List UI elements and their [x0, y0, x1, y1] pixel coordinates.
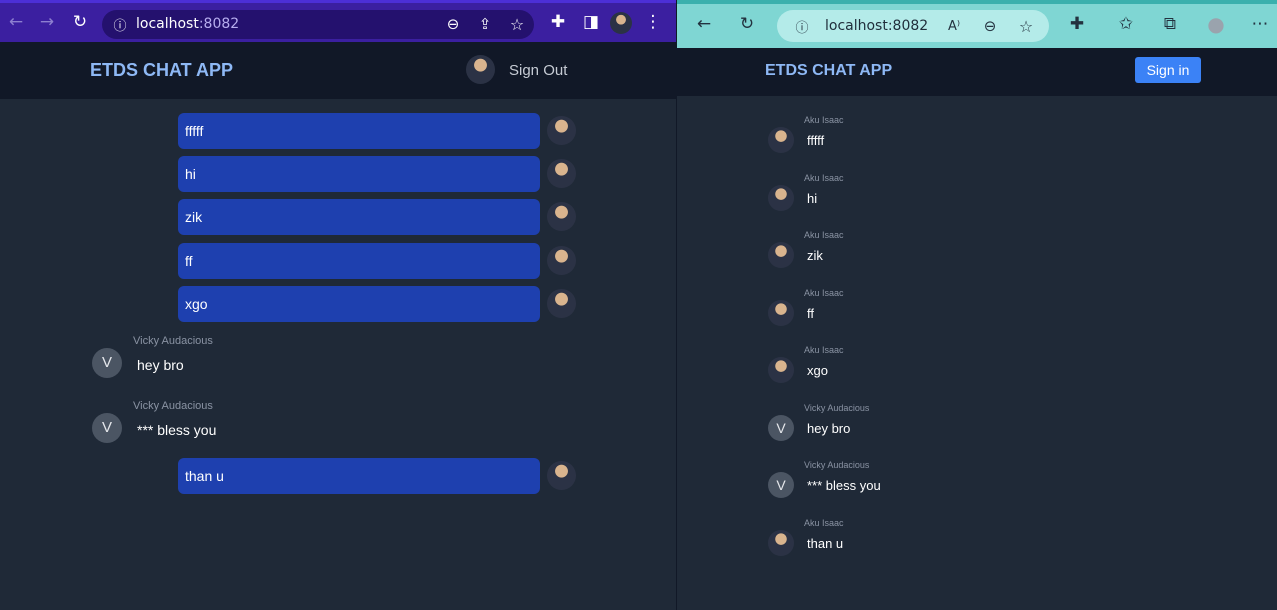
- more-horiz-icon[interactable]: ⋯: [1247, 11, 1273, 37]
- address-bar[interactable]: ⓘ localhost:8082 ⊖ ⇪ ☆: [102, 10, 534, 39]
- message-bubble: fffff: [178, 113, 540, 149]
- sent-message: xgo: [178, 286, 578, 322]
- side-panel-icon[interactable]: ◨: [578, 9, 604, 35]
- sender-initial-avatar: V: [92, 413, 122, 443]
- info-icon[interactable]: ⓘ: [107, 11, 133, 37]
- sender-initial-avatar: V: [768, 415, 794, 441]
- sender-avatar: [768, 300, 794, 326]
- edge-toolbar: ← ↻ ⓘ localhost:8082 A⁾ ⊖ ☆ ✚ ✩ ⧉ ● ⋯: [677, 0, 1277, 48]
- profile-icon[interactable]: ●: [1203, 11, 1229, 37]
- sender-name: Aku Isaac: [804, 173, 844, 183]
- sender-avatar: [547, 246, 576, 275]
- star-icon[interactable]: ☆: [504, 11, 530, 37]
- profile-avatar[interactable]: [610, 12, 632, 34]
- message-text: hey bro: [137, 357, 184, 373]
- chat-message: Aku Isaac fffff: [768, 115, 1068, 165]
- reload-icon[interactable]: ↻: [734, 11, 760, 37]
- sender-name: Aku Isaac: [804, 345, 844, 355]
- message-bubble: hi: [178, 156, 540, 192]
- message-text: hi: [807, 191, 818, 206]
- share-icon[interactable]: ⇪: [472, 11, 498, 37]
- message-text: zik: [807, 248, 823, 263]
- sign-out-button[interactable]: Sign Out: [509, 62, 567, 79]
- sender-avatar: [547, 289, 576, 318]
- sender-avatar: [547, 202, 576, 231]
- sender-avatar: [768, 530, 794, 556]
- sender-name: Vicky Audacious: [133, 335, 213, 347]
- add-favorite-icon[interactable]: ☆: [1013, 13, 1039, 39]
- more-vert-icon[interactable]: ⋮: [640, 9, 666, 35]
- sender-initial-avatar: V: [92, 348, 122, 378]
- edge-window: ← ↻ ⓘ localhost:8082 A⁾ ⊖ ☆ ✚ ✩ ⧉ ● ⋯ ET…: [676, 0, 1277, 610]
- reload-icon[interactable]: ↻: [67, 9, 93, 35]
- message-text: *** bless you: [807, 478, 881, 493]
- chat-message: Aku Isaac zik: [768, 230, 1068, 280]
- app-title: ETDS CHAT APP: [90, 60, 234, 80]
- sender-avatar: [768, 242, 794, 268]
- chat-message: Aku Isaac xgo: [768, 345, 1068, 395]
- sent-message: than u: [178, 458, 578, 494]
- sent-message: hi: [178, 156, 578, 192]
- message-bubble: than u: [178, 458, 540, 494]
- received-message: Vicky Audacious V *** bless you: [92, 400, 492, 456]
- sender-name: Vicky Audacious: [804, 403, 870, 413]
- message-text: *** bless you: [137, 422, 217, 438]
- sent-message: fffff: [178, 113, 578, 149]
- sender-avatar: [768, 185, 794, 211]
- back-arrow-icon[interactable]: ←: [3, 9, 29, 35]
- sender-avatar: [547, 159, 576, 188]
- url-text: localhost:8082: [825, 18, 929, 34]
- sender-name: Aku Isaac: [804, 115, 844, 125]
- message-text: hey bro: [807, 421, 851, 436]
- sender-avatar: [547, 116, 576, 145]
- message-bubble: xgo: [178, 286, 540, 322]
- url-host: localhost: [136, 16, 199, 32]
- extensions-icon[interactable]: ✚: [545, 9, 571, 35]
- message-text: than u: [807, 536, 844, 551]
- chat-message: Vicky Audacious V *** bless you: [768, 460, 1068, 510]
- message-bubble: ff: [178, 243, 540, 279]
- message-text: xgo: [807, 363, 828, 378]
- chrome-window: ← → ↻ ⓘ localhost:8082 ⊖ ⇪ ☆ ✚ ◨ ⋮ ETDS …: [0, 0, 676, 610]
- sender-initial-avatar: V: [768, 472, 794, 498]
- chat-message: Aku Isaac ff: [768, 288, 1068, 338]
- message-text: ff: [807, 306, 814, 321]
- favorites-icon[interactable]: ✩: [1113, 11, 1139, 37]
- sender-name: Vicky Audacious: [133, 400, 213, 412]
- chat-message: Aku Isaac hi: [768, 173, 1068, 223]
- chat-message: Vicky Audacious V hey bro: [768, 403, 1068, 453]
- collections-icon[interactable]: ⧉: [1157, 11, 1183, 37]
- url-text: localhost:8082: [136, 16, 239, 32]
- sender-name: Vicky Audacious: [804, 460, 870, 470]
- chrome-toolbar: ← → ↻ ⓘ localhost:8082 ⊖ ⇪ ☆ ✚ ◨ ⋮: [0, 0, 676, 42]
- app-title: ETDS CHAT APP: [765, 62, 893, 79]
- url-port: :8082: [198, 16, 240, 32]
- sender-avatar: [768, 357, 794, 383]
- sender-name: Aku Isaac: [804, 230, 844, 240]
- sent-message: ff: [178, 243, 578, 279]
- user-avatar: [466, 55, 495, 84]
- sign-in-button[interactable]: Sign in: [1135, 57, 1201, 83]
- sender-avatar: [768, 127, 794, 153]
- sender-avatar: [547, 461, 576, 490]
- extensions-icon[interactable]: ✚: [1064, 11, 1090, 37]
- chat-message: Aku Isaac than u: [768, 518, 1068, 568]
- info-icon[interactable]: ⓘ: [789, 13, 815, 39]
- address-bar[interactable]: ⓘ localhost:8082 A⁾ ⊖ ☆: [777, 10, 1049, 42]
- message-text: fffff: [807, 133, 825, 148]
- zoom-out-icon[interactable]: ⊖: [977, 13, 1003, 39]
- zoom-out-icon[interactable]: ⊖: [440, 11, 466, 37]
- read-aloud-icon[interactable]: A⁾: [941, 13, 967, 39]
- app-header: ETDS CHAT APP Sign Out: [0, 42, 676, 99]
- sender-name: Aku Isaac: [804, 288, 844, 298]
- forward-arrow-icon[interactable]: →: [34, 9, 60, 35]
- sent-message: zik: [178, 199, 578, 235]
- message-bubble: zik: [178, 199, 540, 235]
- app-header: ETDS CHAT APP Sign in: [677, 48, 1277, 96]
- back-arrow-icon[interactable]: ←: [691, 11, 717, 37]
- received-message: Vicky Audacious V hey bro: [92, 335, 492, 391]
- sender-name: Aku Isaac: [804, 518, 844, 528]
